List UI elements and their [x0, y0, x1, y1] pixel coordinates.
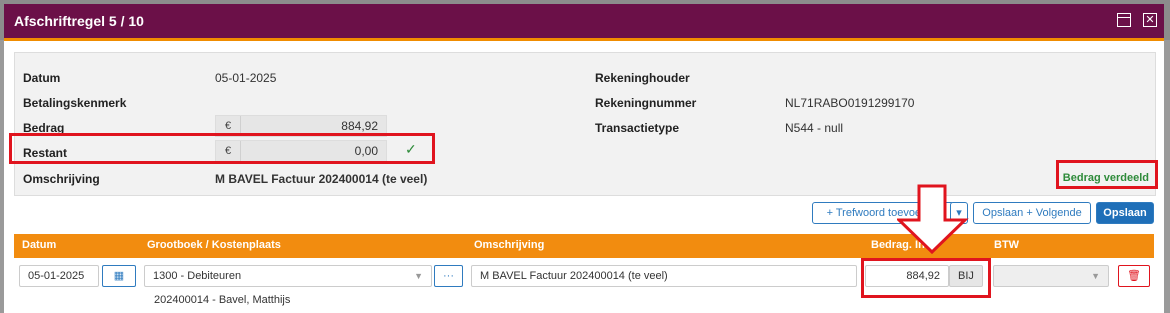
rekeningnummer-label: Rekeningnummer — [595, 96, 697, 110]
rekeningnummer-value: NL71RABO0191299170 — [785, 96, 915, 110]
grid-header: Datum Grootboek / Kostenplaats Omschrijv… — [14, 234, 1154, 258]
omschrijving-value: M BAVEL Factuur 202400014 (te veel) — [215, 172, 428, 186]
amount-highlight-box — [861, 258, 991, 298]
row-date-input[interactable]: 05-01-2025 — [19, 265, 99, 287]
modal-title: Afschriftregel 5 / 10 — [14, 13, 144, 29]
btw-select[interactable]: ▼ — [993, 265, 1109, 287]
transaction-info-panel: Datum 05-01-2025 Betalingskenmerk Bedrag… — [14, 52, 1156, 196]
calendar-icon[interactable]: ▦ — [102, 265, 136, 287]
delete-row-button[interactable]: 🗑 — [1118, 265, 1150, 287]
column-header-btw: BTW — [994, 239, 1020, 251]
modal-titlebar: Afschriftregel 5 / 10 ✕ — [4, 4, 1164, 41]
transactietype-label: Transactietype — [595, 121, 680, 135]
statement-line-modal: Afschriftregel 5 / 10 ✕ Datum 05-01-2025… — [4, 4, 1164, 313]
transactietype-value: N544 - null — [785, 121, 844, 135]
betalingskenmerk-label: Betalingskenmerk — [23, 96, 127, 110]
datum-label: Datum — [23, 71, 61, 85]
save-next-button[interactable]: Opslaan + Volgende — [973, 202, 1091, 224]
chevron-down-icon: ▼ — [1091, 271, 1100, 281]
grootboek-value: 1300 - Debiteuren — [153, 270, 242, 282]
grootboek-select[interactable]: 1300 - Debiteuren ▼ — [144, 265, 432, 287]
relation-text: 202400014 - Bavel, Matthijs — [154, 294, 291, 306]
status-highlight-box — [1056, 160, 1158, 189]
omschrijving-label: Omschrijving — [23, 172, 100, 186]
maximize-icon[interactable] — [1117, 13, 1131, 27]
restant-highlight-box — [9, 133, 435, 164]
rekeninghouder-label: Rekeninghouder — [595, 71, 690, 85]
arrow-down-icon — [897, 184, 969, 255]
column-header-grootboek: Grootboek / Kostenplaats — [147, 239, 281, 251]
chevron-down-icon: ▼ — [414, 271, 423, 281]
row-omschrijving-input[interactable]: M BAVEL Factuur 202400014 (te veel) — [471, 265, 857, 287]
close-icon[interactable]: ✕ — [1143, 13, 1157, 27]
save-button[interactable]: Opslaan — [1096, 202, 1154, 224]
more-options-button[interactable]: ··· — [434, 265, 463, 287]
column-header-omschrijving: Omschrijving — [474, 239, 545, 251]
datum-value: 05-01-2025 — [215, 71, 277, 85]
column-header-datum: Datum — [22, 239, 57, 251]
